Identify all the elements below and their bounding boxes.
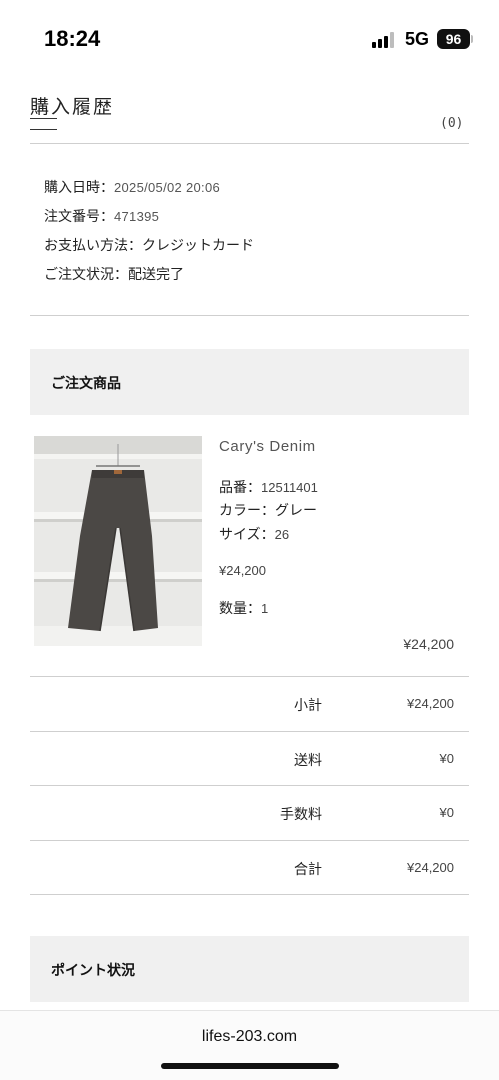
purchase-date: 購入日時：2025/05/02 20:06: [44, 177, 220, 197]
network-type: 5G: [405, 29, 430, 49]
status-time: 18:24: [44, 26, 101, 51]
history-count: (0): [440, 116, 464, 131]
subtotal-value: ¥24,200: [407, 696, 454, 711]
points-header: ポイント状況: [30, 936, 469, 1002]
title-underline: [30, 129, 57, 130]
divider: [30, 840, 469, 841]
battery-tip: [471, 35, 473, 43]
order-number: 注文番号：471395: [44, 206, 159, 226]
fee-label: 手数料: [280, 807, 322, 823]
total-value: ¥24,200: [407, 860, 454, 875]
product-sku: 品番：12511401: [219, 477, 318, 497]
payment-method: お支払い方法：クレジットカード: [44, 238, 254, 254]
shipping-value: ¥0: [439, 751, 454, 766]
purchase-date-label: 購入日時：: [44, 180, 114, 196]
product-name[interactable]: Cary's Denim: [219, 438, 316, 455]
browser-address-bar[interactable]: lifes-203.com: [0, 1010, 499, 1080]
divider: [30, 731, 469, 732]
shipping-label: 送料: [294, 753, 322, 769]
ordered-items-header: ご注文商品: [30, 349, 469, 415]
title-underline: [30, 118, 57, 119]
purchase-date-value: 2025/05/02 20:06: [114, 180, 221, 195]
product-quantity-value: 1: [261, 601, 269, 616]
order-number-label: 注文番号：: [44, 209, 114, 225]
product-unit-price: ¥24,200: [219, 563, 266, 578]
product-line-total: ¥24,200: [403, 636, 454, 652]
product-image[interactable]: [34, 436, 202, 646]
product-sku-value: 12511401: [261, 480, 318, 495]
divider: [30, 785, 469, 786]
product-size-value: 26: [274, 527, 290, 542]
order-number-value: 471395: [114, 209, 160, 224]
divider: [30, 676, 469, 677]
status-bar: 18:24 5G 96: [0, 0, 499, 80]
divider: [30, 315, 469, 316]
divider: [30, 143, 469, 144]
product-quantity-label: 数量：: [219, 601, 261, 617]
cellular-signal-icon: [372, 32, 398, 48]
product-size-label: サイズ：: [219, 527, 275, 543]
points-title: ポイント状況: [51, 963, 135, 979]
subtotal-label: 小計: [294, 698, 322, 714]
divider: [30, 894, 469, 895]
product-quantity: 数量：1: [219, 598, 268, 618]
total-label: 合計: [294, 862, 322, 878]
order-status: ご注文状況：配送完了: [44, 267, 184, 283]
home-indicator[interactable]: [161, 1063, 339, 1069]
ordered-items-title: ご注文商品: [51, 376, 121, 392]
url-text[interactable]: lifes-203.com: [0, 1028, 499, 1046]
page-title: 購入履歴: [30, 96, 115, 118]
fee-value: ¥0: [439, 805, 454, 820]
product-size: サイズ：26: [219, 524, 289, 544]
product-color: カラー：グレー: [219, 503, 317, 519]
product-sku-label: 品番：: [219, 480, 261, 496]
battery-icon: 96: [437, 29, 470, 49]
